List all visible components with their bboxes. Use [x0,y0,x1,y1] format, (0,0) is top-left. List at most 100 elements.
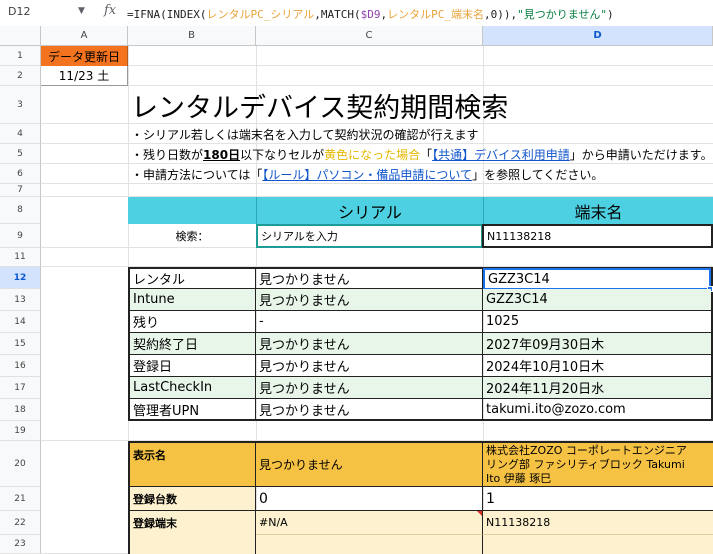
result-terminal[interactable]: takumi.ito@zozo.com [483,399,711,419]
row-header[interactable]: 18 [0,399,41,421]
result-serial[interactable]: 見つかりません [256,355,483,377]
row-header[interactable]: 5 [0,144,41,164]
serial-search-input[interactable]: シリアルを入力 [256,224,483,248]
result-label[interactable]: Intune [130,289,256,311]
result-terminal-selected[interactable]: GZZ3C14 [483,268,711,290]
result-label[interactable]: 管理者UPN [130,399,256,419]
row-header[interactable]: 17 [0,377,41,399]
formula-part: ) [607,8,614,21]
result-terminal[interactable]: 2024年11月20日水 [483,377,711,399]
display-name-label[interactable]: 表示名 [130,443,256,487]
formula-ref: $D9 [360,8,381,21]
note-line-1: ・シリアル若しくは端末名を入力して契約状況の確認が行えます [131,128,479,142]
formula-part: ,MATCH( [314,8,361,21]
note-text: 」から申請いただけます。 [569,148,713,162]
row-header[interactable]: 6 [0,164,41,184]
spreadsheet-window: D12 ▼ fx =IFNA(INDEX(レンタルPC_シリアル,MATCH($… [0,0,713,554]
note-line-3: ・申請方法については「【ルール】パソコン・備品申請について」を参照してください。 [131,166,603,183]
search-label: 検索： [175,230,209,243]
row-header[interactable]: 22 [0,511,41,535]
fx-icon: fx [104,3,117,18]
row-header[interactable]: 14 [0,311,41,333]
display-name-text: Ito 伊藤 琢巳 [486,471,552,485]
result-label[interactable]: 残り [130,311,256,333]
device-count-serial[interactable]: 0 [256,487,483,511]
note-text: 「 [420,148,433,162]
display-name-text: リング部 ファシリティブロック Takumi [486,457,685,471]
result-serial[interactable]: 見つかりません [256,377,483,399]
column-header-a[interactable]: A [41,26,128,46]
formula-input[interactable]: =IFNA(INDEX(レンタルPC_シリアル,MATCH($D9,レンタルPC… [127,6,614,22]
result-serial[interactable]: 見つかりません [256,269,483,289]
result-terminal[interactable]: 1025 [483,311,711,333]
row-header[interactable]: 4 [0,124,41,144]
update-label-cell[interactable]: データ更新日 [41,46,128,66]
row-header[interactable]: 1 [0,46,41,66]
terminal-column-title: 端末名 [483,197,713,224]
formula-range-terminal: レンタルPC_端末名 [387,8,484,21]
rule-link[interactable]: 【ルール】パソコン・備品申請について [262,168,472,182]
row-header[interactable]: 20 [0,441,41,487]
result-terminal[interactable]: 2027年09月30日木 [483,333,711,355]
row-header[interactable]: 16 [0,355,41,377]
row-header[interactable]: 8 [0,197,41,224]
terminal-search-input[interactable]: N11138218 [482,224,713,248]
result-label[interactable]: レンタル [130,269,256,289]
registered-device-terminal[interactable]: N11138218 [483,511,713,535]
row-header[interactable]: 9 [0,224,41,248]
row-header[interactable]: 23 [0,535,41,554]
serial-column-title: シリアル [256,197,483,224]
registered-device-terminal-empty[interactable] [483,535,713,554]
row-header[interactable]: 2 [0,66,41,86]
note-text: 以下なりセルが [240,148,325,162]
search-header-blank [128,197,256,224]
result-label[interactable]: 契約終了日 [130,333,256,355]
column-header-d[interactable]: D [483,26,713,46]
formula-string: "見つかりません" [517,8,608,21]
formula-bar: D12 ▼ fx =IFNA(INDEX(レンタルPC_シリアル,MATCH($… [0,0,713,27]
device-count-label[interactable]: 登録台数 [130,487,256,511]
update-date-cell[interactable]: 11/23 土 [41,66,128,86]
gridline [41,65,713,66]
result-serial[interactable]: - [256,311,483,333]
device-request-link[interactable]: 【共通】デバイス利用申請 [432,148,570,162]
result-serial[interactable]: 見つかりません [256,399,483,419]
note-text: 」を参照してください。 [472,168,604,182]
result-label[interactable]: 登録日 [130,355,256,377]
registered-device-label[interactable]: 登録端末 [130,511,256,554]
row-header[interactable]: 15 [0,333,41,355]
formula-range-serial: レンタルPC_シリアル [206,8,315,21]
note-days: 180日 [203,148,241,162]
row-header[interactable]: 13 [0,289,41,311]
display-name-text: 株式会社ZOZO コーポレートエンジニア [486,443,687,457]
row-header[interactable]: 19 [0,421,41,441]
formula-part: =IFNA(INDEX( [127,8,207,21]
result-label[interactable]: LastCheckIn [130,377,256,399]
note-yellow: 黄色になった場合 [324,148,421,162]
error-marker-icon [477,511,482,516]
row-header[interactable]: 12 [0,267,41,289]
row-header[interactable]: 21 [0,487,41,511]
row-header[interactable]: 11 [0,248,41,267]
name-box[interactable]: D12 [8,5,30,18]
select-all-corner[interactable] [0,26,41,46]
gridline [41,163,713,164]
gridline [41,143,713,144]
result-serial[interactable]: 見つかりません [256,289,483,311]
display-name-serial[interactable]: 見つかりません [256,443,483,487]
name-box-dropdown-icon[interactable]: ▼ [78,6,85,16]
row-header[interactable]: 3 [0,86,41,124]
result-terminal[interactable]: 2024年10月10日木 [483,355,711,377]
note-line-2: ・残り日数が180日以下なりセルが黄色になった場合「【共通】デバイス利用申請」か… [131,146,713,163]
note-text: ・残り日数が [131,148,204,162]
column-header-b[interactable]: B [128,26,256,46]
result-serial[interactable]: 見つかりません [256,333,483,355]
display-name-terminal[interactable]: 株式会社ZOZO コーポレートエンジニア リング部 ファシリティブロック Tak… [483,443,713,487]
registered-device-serial-empty[interactable] [256,535,483,554]
registered-device-serial[interactable]: #N/A [256,511,483,535]
device-count-terminal[interactable]: 1 [483,487,713,511]
result-terminal[interactable]: GZZ3C14 [483,289,711,311]
formula-part: ,0)), [483,8,518,21]
row-header[interactable]: 7 [0,184,41,197]
column-header-c[interactable]: C [256,26,483,46]
